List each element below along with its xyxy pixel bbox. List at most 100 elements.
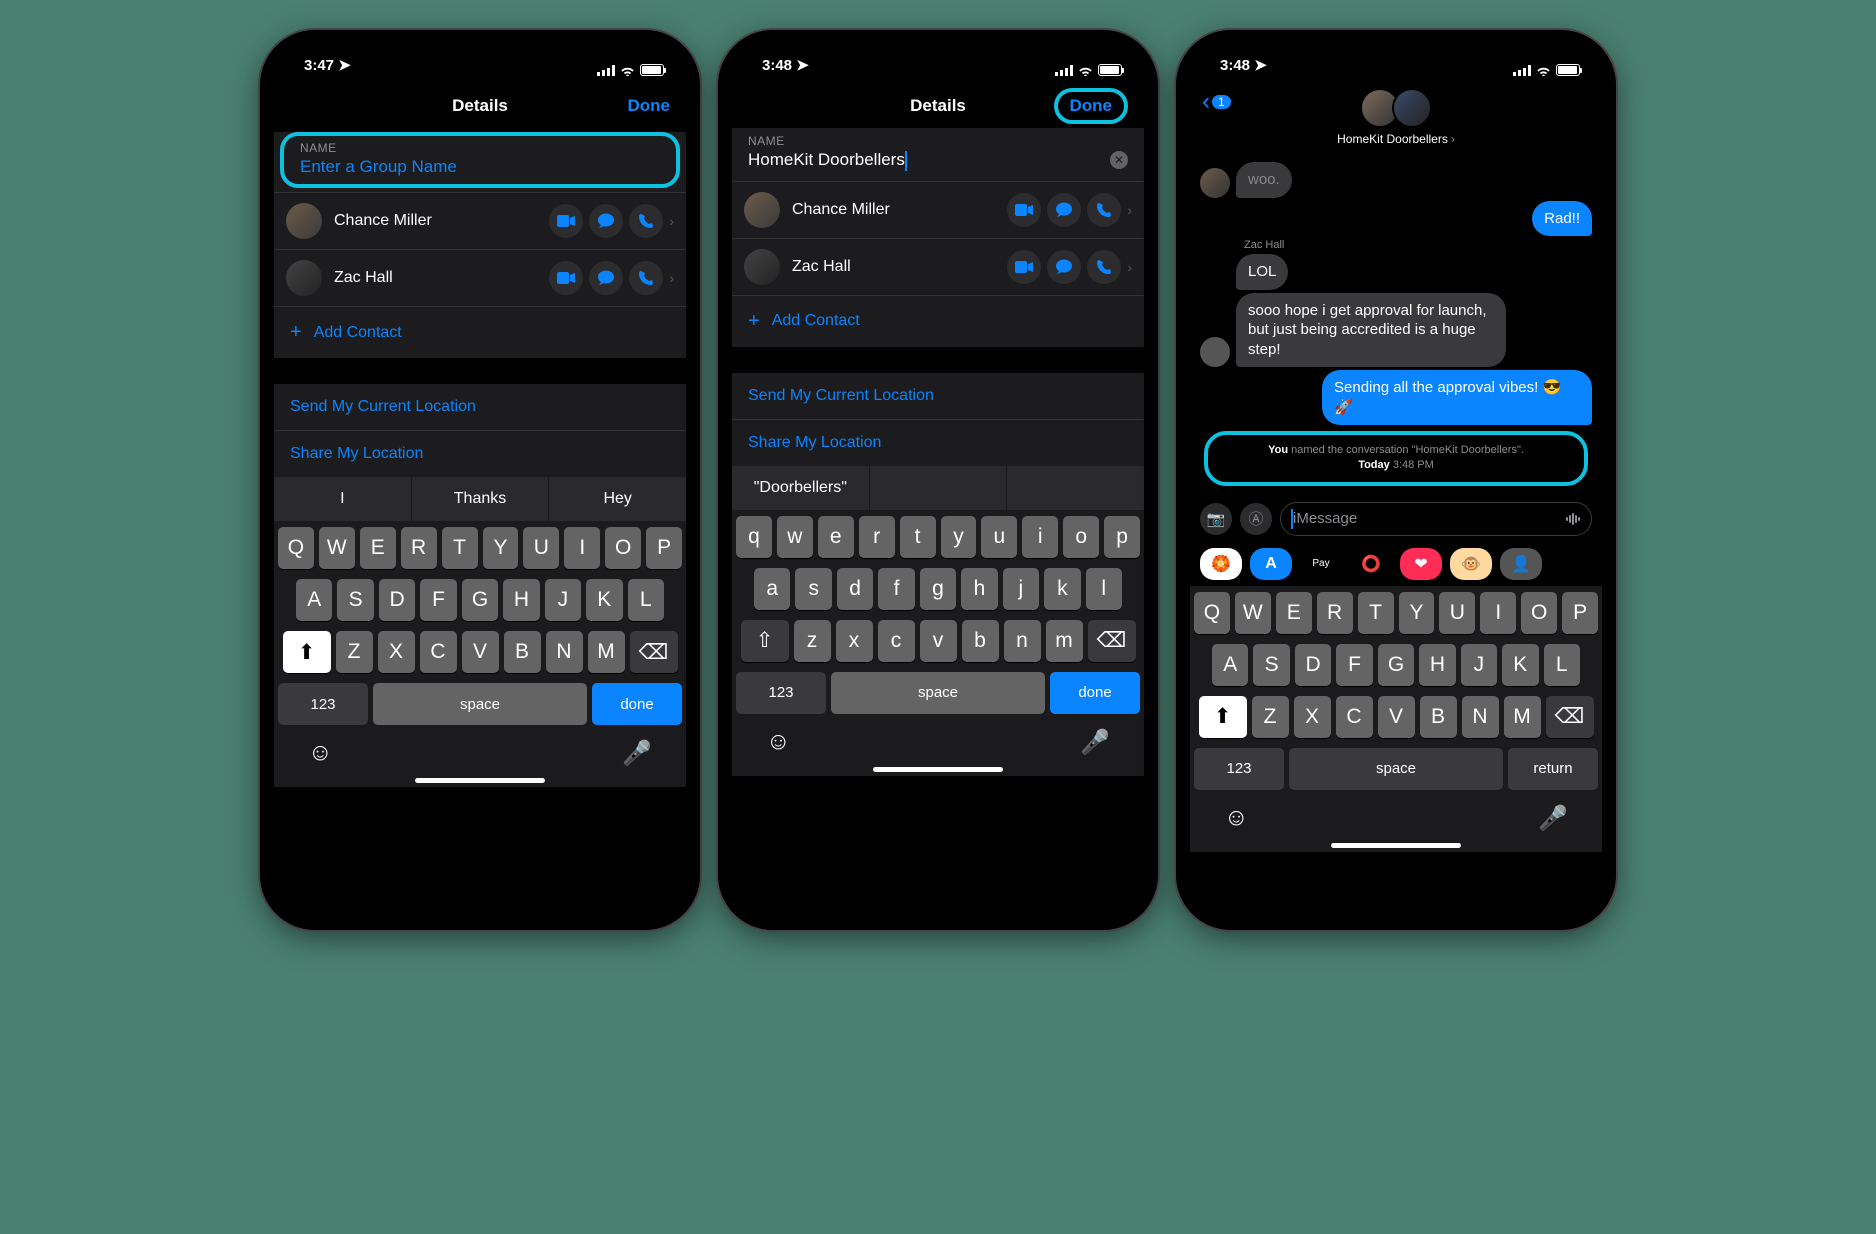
key[interactable]: L	[1544, 644, 1580, 686]
key[interactable]: b	[962, 620, 999, 662]
phone-icon[interactable]	[629, 204, 663, 238]
keyboard[interactable]: qwertyuiop asdfghjkl ⇧ zxcvbnm ⌫ 123 spa…	[732, 510, 1144, 776]
emoji-key[interactable]: ☺	[1224, 804, 1249, 833]
home-indicator[interactable]	[1331, 843, 1461, 848]
message-bubble[interactable]: Rad!!	[1532, 201, 1592, 237]
shift-key[interactable]: ⬆	[283, 631, 331, 673]
message-icon[interactable]	[1047, 193, 1081, 227]
home-indicator[interactable]	[415, 778, 545, 783]
key[interactable]: O	[1521, 592, 1557, 634]
messages-list[interactable]: woo. Rad!! Zac Hall LOL sooo hope i get …	[1190, 155, 1602, 496]
numbers-key[interactable]: 123	[736, 672, 826, 714]
heart-app-icon[interactable]: ❤	[1400, 548, 1442, 580]
emoji-key[interactable]: ☺	[308, 739, 333, 768]
suggestion[interactable]	[1007, 466, 1144, 510]
key[interactable]: Q	[278, 527, 314, 569]
conversation-title[interactable]: HomeKit Doorbellers ›	[1337, 132, 1455, 146]
keyboard-suggestions[interactable]: I Thanks Hey	[274, 477, 686, 521]
suggestion[interactable]	[870, 466, 1008, 510]
key[interactable]: I	[1480, 592, 1516, 634]
key[interactable]: N	[1462, 696, 1499, 738]
conversation-header[interactable]: ‹ 1 HomeKit Doorbellers ›	[1190, 84, 1602, 155]
key[interactable]: E	[360, 527, 396, 569]
key[interactable]: U	[1439, 592, 1475, 634]
key[interactable]: d	[837, 568, 873, 610]
key[interactable]: K	[586, 579, 622, 621]
key[interactable]: V	[1378, 696, 1415, 738]
key[interactable]: a	[754, 568, 790, 610]
keyboard[interactable]: QWERTYUIOP ASDFGHJKL ⬆ ZXCVBNM ⌫ 123 spa…	[274, 521, 686, 787]
key[interactable]: q	[736, 516, 772, 558]
key[interactable]: F	[420, 579, 456, 621]
key[interactable]: Y	[1399, 592, 1435, 634]
key[interactable]: A	[296, 579, 332, 621]
key[interactable]: M	[588, 631, 625, 673]
message-bubble[interactable]: sooo hope i get approval for launch, but…	[1236, 293, 1506, 368]
keyboard-suggestions[interactable]: "Doorbellers"	[732, 466, 1144, 510]
key[interactable]: X	[1294, 696, 1331, 738]
key[interactable]: D	[1295, 644, 1331, 686]
message-bubble[interactable]: Sending all the approval vibes! 😎 🚀	[1322, 370, 1592, 425]
key[interactable]: J	[545, 579, 581, 621]
phone-icon[interactable]	[1087, 193, 1121, 227]
done-button[interactable]: Done	[628, 96, 671, 116]
contact-row[interactable]: Chance Miller ›	[274, 192, 686, 249]
add-contact-button[interactable]: + Add Contact	[274, 306, 686, 358]
key[interactable]: k	[1044, 568, 1080, 610]
key[interactable]: D	[379, 579, 415, 621]
mic-key[interactable]: 🎤	[622, 739, 652, 768]
message-bubble[interactable]: woo.	[1236, 162, 1292, 198]
emoji-key[interactable]: ☺	[766, 728, 791, 757]
backspace-key[interactable]: ⌫	[630, 631, 678, 673]
keyboard-action-key[interactable]: done	[592, 683, 682, 725]
shift-key[interactable]: ⬆	[1199, 696, 1247, 738]
key[interactable]: f	[878, 568, 914, 610]
key[interactable]: G	[1378, 644, 1414, 686]
key[interactable]: C	[1336, 696, 1373, 738]
key[interactable]: P	[1562, 592, 1598, 634]
app-tray[interactable]: 🏵️ A Pay ⭕ ❤ 🐵 👤	[1190, 542, 1602, 586]
key[interactable]: c	[878, 620, 915, 662]
appstore-app-icon[interactable]: A	[1250, 548, 1292, 580]
video-icon[interactable]	[549, 204, 583, 238]
suggestion[interactable]: Thanks	[412, 477, 550, 521]
key[interactable]: L	[628, 579, 664, 621]
phone-icon[interactable]	[629, 261, 663, 295]
share-location-button[interactable]: Share My Location	[732, 419, 1144, 466]
camera-icon[interactable]: 📷	[1200, 503, 1232, 535]
suggestion[interactable]: "Doorbellers"	[732, 466, 870, 510]
key[interactable]: u	[981, 516, 1017, 558]
photos-app-icon[interactable]: 🏵️	[1200, 548, 1242, 580]
message-bubble[interactable]: LOL	[1236, 254, 1288, 290]
key[interactable]: Z	[336, 631, 373, 673]
animoji-app-icon[interactable]: 🐵	[1450, 548, 1492, 580]
key[interactable]: n	[1004, 620, 1041, 662]
message-input[interactable]: iMessage	[1280, 502, 1592, 536]
key[interactable]: Q	[1194, 592, 1230, 634]
video-icon[interactable]	[1007, 193, 1041, 227]
key[interactable]: i	[1022, 516, 1058, 558]
numbers-key[interactable]: 123	[1194, 748, 1284, 790]
key[interactable]: R	[1317, 592, 1353, 634]
add-contact-button[interactable]: + Add Contact	[732, 295, 1144, 347]
key[interactable]: G	[462, 579, 498, 621]
share-location-button[interactable]: Share My Location	[274, 430, 686, 477]
space-key[interactable]: space	[373, 683, 587, 725]
shift-key[interactable]: ⇧	[741, 620, 789, 662]
key[interactable]: T	[1358, 592, 1394, 634]
key[interactable]: Y	[483, 527, 519, 569]
key[interactable]: g	[920, 568, 956, 610]
phone-icon[interactable]	[1087, 250, 1121, 284]
key[interactable]: B	[504, 631, 541, 673]
contact-row[interactable]: Chance Miller ›	[732, 181, 1144, 238]
keyboard-action-key[interactable]: done	[1050, 672, 1140, 714]
key[interactable]: t	[900, 516, 936, 558]
key[interactable]: e	[818, 516, 854, 558]
key[interactable]: z	[794, 620, 831, 662]
app-store-icon[interactable]: Ⓐ	[1240, 503, 1272, 535]
key[interactable]: S	[1253, 644, 1289, 686]
key[interactable]: K	[1502, 644, 1538, 686]
key[interactable]: P	[646, 527, 682, 569]
key[interactable]: I	[564, 527, 600, 569]
clear-text-icon[interactable]: ✕	[1110, 151, 1128, 169]
